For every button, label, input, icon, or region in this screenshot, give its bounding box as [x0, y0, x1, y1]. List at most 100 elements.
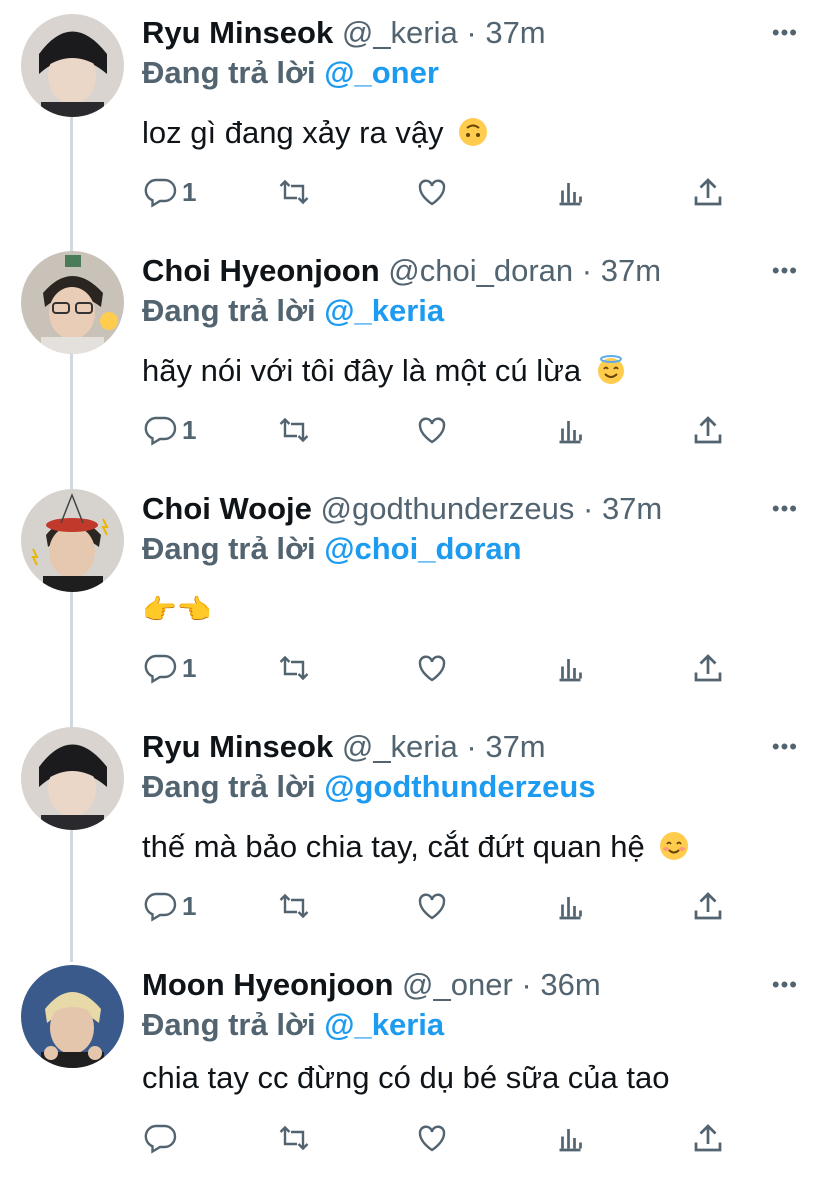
display-name[interactable]: Moon Hyeonjoon	[142, 967, 393, 1002]
tweet-actions: 1	[142, 172, 742, 212]
stats-icon	[559, 897, 582, 920]
tweet-actions	[142, 1118, 742, 1158]
replying-to: Đang trả lời @choi_doran	[142, 530, 522, 568]
display-name[interactable]: Ryu Minseok	[142, 729, 333, 764]
stats-button[interactable]	[552, 410, 588, 450]
tweet[interactable]: Ryu Minseok @_keria · 37m ••• Đang trả l…	[0, 714, 828, 952]
more-icon[interactable]: •••	[772, 736, 798, 758]
tweet[interactable]: Moon Hyeonjoon @_oner · 36m ••• Đang trả…	[0, 952, 828, 1190]
replying-to: Đang trả lời @godthunderzeus	[142, 768, 596, 806]
retweet-button[interactable]	[276, 886, 312, 926]
stats-button[interactable]	[552, 172, 588, 212]
reply-icon	[144, 1124, 177, 1154]
share-button[interactable]	[690, 886, 726, 926]
share-icon	[694, 178, 722, 206]
mention-link[interactable]: @_keria	[324, 293, 444, 328]
stats-icon	[559, 421, 582, 444]
handle[interactable]: @_keria	[342, 729, 458, 764]
tweet[interactable]: Ryu Minseok @_keria · 37m ••• Đang trả l…	[0, 0, 828, 238]
like-button[interactable]	[414, 410, 450, 450]
upside-down-face-icon	[459, 118, 488, 146]
reply-button[interactable]	[142, 1118, 178, 1158]
tweet-actions: 1	[142, 886, 742, 926]
reply-button[interactable]: 1	[142, 648, 196, 688]
share-icon	[694, 416, 722, 444]
like-icon	[418, 1125, 446, 1152]
display-name[interactable]: Choi Wooje	[142, 491, 312, 526]
like-button[interactable]	[414, 886, 450, 926]
retweet-button[interactable]	[276, 648, 312, 688]
stats-icon	[559, 659, 582, 682]
stats-button[interactable]	[552, 1118, 588, 1158]
replying-to: Đang trả lời @_keria	[142, 1006, 444, 1044]
share-icon	[694, 892, 722, 920]
retweet-button[interactable]	[276, 1118, 312, 1158]
handle[interactable]: @godthunderzeus	[321, 491, 575, 526]
mention-link[interactable]: @choi_doran	[324, 531, 521, 566]
display-name[interactable]: Ryu Minseok	[142, 15, 333, 50]
more-icon[interactable]: •••	[772, 498, 798, 520]
separator-dot: ·	[582, 491, 594, 526]
avatar[interactable]	[21, 14, 124, 117]
separator-dot: ·	[466, 15, 477, 50]
retweet-icon	[279, 655, 309, 681]
tweet-text: chia tay cc đừng có dụ bé sữa của tao	[142, 1058, 669, 1098]
share-button[interactable]	[690, 648, 726, 688]
tweet[interactable]: Choi Wooje @godthunderzeus · 37m ••• Đan…	[0, 476, 828, 714]
more-icon[interactable]: •••	[772, 22, 798, 44]
mention-link[interactable]: @godthunderzeus	[324, 769, 595, 804]
tweet-actions: 1	[142, 648, 742, 688]
display-name[interactable]: Choi Hyeonjoon	[142, 253, 380, 288]
separator-dot: ·	[521, 967, 532, 1002]
handle[interactable]: @_keria	[342, 15, 458, 50]
avatar[interactable]	[21, 489, 124, 592]
more-icon[interactable]: •••	[772, 260, 798, 282]
timestamp[interactable]: 37m	[485, 729, 545, 764]
reply-button[interactable]: 1	[142, 886, 196, 926]
mention-link[interactable]: @_oner	[324, 55, 439, 90]
like-button[interactable]	[414, 172, 450, 212]
timestamp[interactable]: 37m	[601, 253, 661, 288]
mention-link[interactable]: @_keria	[324, 1007, 444, 1042]
smiling-face-with-halo-icon	[597, 355, 624, 384]
tweet-text-body: hãy nói với tôi đây là một cú lừa	[142, 353, 582, 388]
reply-button[interactable]: 1	[142, 410, 196, 450]
retweet-button[interactable]	[276, 410, 312, 450]
more-icon[interactable]: •••	[772, 974, 798, 996]
reply-icon	[144, 178, 177, 208]
tweet[interactable]: Choi Hyeonjoon @choi_doran · 37m ••• Đan…	[0, 238, 828, 476]
timestamp[interactable]: 37m	[485, 15, 545, 50]
timestamp[interactable]: 37m	[602, 491, 662, 526]
replying-to-label: Đang trả lời	[142, 1007, 316, 1042]
tweet-text: loz gì đang xảy ra vậy	[142, 113, 488, 153]
tweet-text-body: thế mà bảo chia tay, cắt đứt quan hệ	[142, 829, 645, 864]
retweet-button[interactable]	[276, 172, 312, 212]
like-button[interactable]	[414, 648, 450, 688]
retweet-icon	[279, 179, 309, 205]
stats-icon	[559, 183, 582, 206]
like-icon	[418, 893, 446, 920]
share-button[interactable]	[690, 172, 726, 212]
avatar[interactable]	[21, 251, 124, 354]
replying-to: Đang trả lời @_oner	[142, 54, 439, 92]
replying-to-label: Đang trả lời	[142, 531, 316, 566]
handle[interactable]: @choi_doran	[388, 253, 573, 288]
stats-button[interactable]	[552, 886, 588, 926]
like-button[interactable]	[414, 1118, 450, 1158]
share-button[interactable]	[690, 1118, 726, 1158]
reply-button[interactable]: 1	[142, 172, 196, 212]
replying-to-label: Đang trả lời	[142, 293, 316, 328]
tweet-text: hãy nói với tôi đây là một cú lừa	[142, 351, 626, 391]
timestamp[interactable]: 36m	[540, 967, 600, 1002]
share-icon	[694, 1124, 722, 1152]
handle[interactable]: @_oner	[402, 967, 513, 1002]
tweet-text-body: 👉👈	[142, 594, 212, 625]
stats-button[interactable]	[552, 648, 588, 688]
avatar[interactable]	[21, 727, 124, 830]
reply-thread: Ryu Minseok @_keria · 37m ••• Đang trả l…	[0, 0, 828, 1170]
tweet-text: 👉👈	[142, 589, 212, 630]
share-button[interactable]	[690, 410, 726, 450]
avatar[interactable]	[21, 965, 124, 1068]
tweet-text-body: loz gì đang xảy ra vậy	[142, 115, 444, 150]
reply-icon	[144, 416, 177, 446]
